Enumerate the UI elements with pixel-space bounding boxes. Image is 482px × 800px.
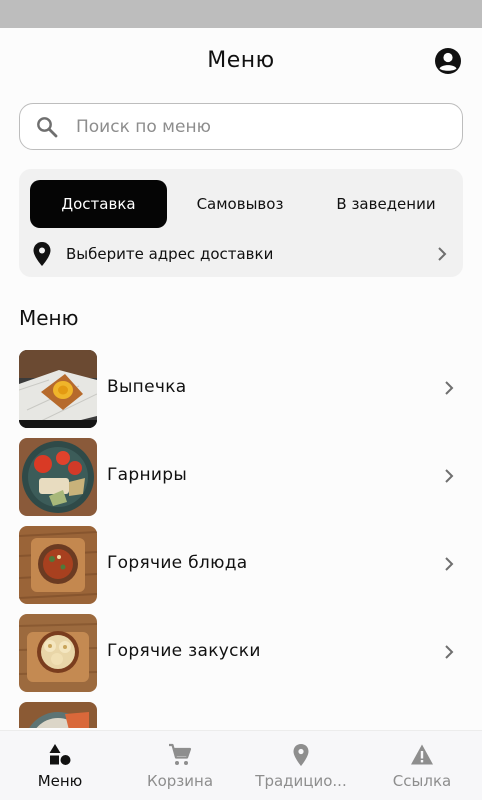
partial-photo [19,702,97,728]
order-type-tabs: Доставка Самовывоз В заведении [30,180,454,228]
tab-label: Традицио... [255,772,347,790]
tab-label: Ссылка [392,772,452,790]
menu-item-label: Гарниры [107,465,188,485]
chevron-right-icon [445,381,454,395]
tab-delivery[interactable]: Доставка [30,180,167,228]
menu-item-label: Выпечка [107,377,187,397]
menu-item-label: Горячие закуски [107,641,261,661]
menu-item-partial[interactable] [19,702,463,728]
header: Меню [0,28,482,94]
search-bar[interactable] [19,103,463,150]
search-input[interactable] [76,112,446,142]
tab-dine-in[interactable]: В заведении [317,180,455,228]
cart-icon [169,743,192,765]
menu-item-hot-snacks[interactable]: Горячие закуски [19,614,463,692]
location-pin-icon [293,744,309,766]
warning-icon [411,744,433,765]
tab-location[interactable]: Традицио... [241,731,361,800]
search-icon [37,117,58,138]
tab-cart[interactable]: Корзина [120,731,240,800]
side-dish-photo [19,438,97,516]
chevron-right-icon [445,469,454,483]
menu-category-list: Выпечка Гарниры Горячие блюда Горячие за… [19,350,463,728]
tab-menu[interactable]: Меню [0,731,120,800]
account-icon[interactable] [434,47,462,75]
tab-link[interactable]: Ссылка [362,731,482,800]
hot-dish-photo [19,526,97,604]
tab-pickup[interactable]: Самовывоз [172,180,308,228]
chevron-right-icon [445,557,454,571]
shapes-icon [49,744,71,765]
chevron-right-icon [438,247,447,261]
pastry-photo [19,350,97,428]
hot-snack-photo [19,614,97,692]
address-prompt: Выберите адрес доставки [66,245,274,263]
chevron-right-icon [445,645,454,659]
address-selector[interactable]: Выберите адрес доставки [19,235,463,275]
menu-item-hot-dishes[interactable]: Горячие блюда [19,526,463,604]
delivery-panel: Доставка Самовывоз В заведении Выберите … [19,169,463,277]
menu-item-pastry[interactable]: Выпечка [19,350,463,428]
location-pin-icon [33,242,51,266]
tab-label: Корзина [146,772,214,790]
bottom-tab-bar: Меню Корзина Традицио... Ссылка [0,730,482,800]
menu-item-side-dishes[interactable]: Гарниры [19,438,463,516]
page-title: Меню [207,48,275,73]
menu-section-title: Меню [19,306,79,330]
menu-item-label: Горячие блюда [107,553,248,573]
status-bar [0,0,482,28]
tab-label: Меню [37,772,83,790]
